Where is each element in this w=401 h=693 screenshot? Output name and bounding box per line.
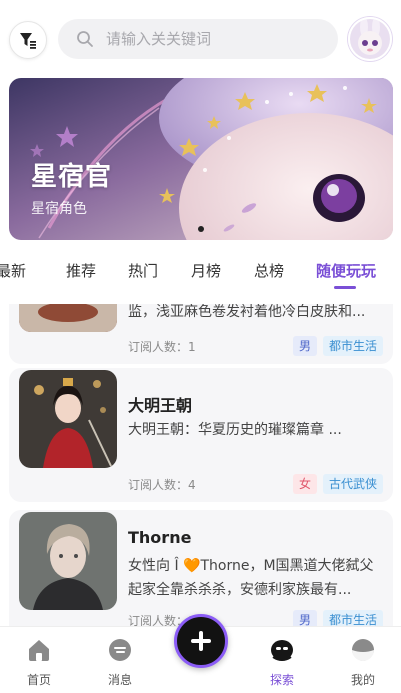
category-tabs: 最新 推荐 热门 月榜 总榜 随便玩玩 <box>0 250 401 294</box>
genre-tag[interactable]: 都市生活 <box>322 610 383 626</box>
gender-tag[interactable]: 女 <box>292 474 317 494</box>
explore-icon <box>271 640 293 661</box>
banner-subtitle: 星宿角色 <box>31 201 87 217</box>
create-button[interactable] <box>174 614 228 668</box>
gender-tag[interactable]: 男 <box>292 610 317 626</box>
character-name: 大明王朝 <box>128 396 193 415</box>
tag-group: 男 都市生活 <box>292 336 383 356</box>
tag-group: 女 古代武侠 <box>292 474 383 494</box>
tab-random[interactable]: 随便玩玩 <box>316 260 376 281</box>
nav-home-label: 首页 <box>26 673 51 687</box>
character-name: Thorne <box>128 528 192 547</box>
user-avatar[interactable] <box>348 17 392 61</box>
subscriber-count: 订阅人数：1 <box>128 340 196 354</box>
search-input[interactable] <box>106 30 306 48</box>
character-cover <box>19 304 117 332</box>
nav-explore-label: 探索 <box>269 673 294 687</box>
nav-explore[interactable]: 探索 <box>252 637 312 688</box>
nav-home[interactable]: 首页 <box>9 637 69 688</box>
character-description: 监，浅亚麻色卷发衬着他冷白皮肤和... <box>128 304 366 320</box>
tab-recommended[interactable]: 推荐 <box>66 260 96 281</box>
character-cover <box>19 370 117 468</box>
nav-messages-label: 消息 <box>107 673 132 687</box>
subscriber-count: 订阅人数：4 <box>128 478 196 492</box>
character-list[interactable]: 监，浅亚麻色卷发衬着他冷白皮肤和... 订阅人数：1 男 都市生活 大明王朝 大… <box>0 304 401 626</box>
genre-tag[interactable]: 古代武侠 <box>322 474 383 494</box>
top-bar <box>0 0 401 78</box>
tag-group: 男 都市生活 <box>292 610 383 626</box>
tab-popular[interactable]: 热门 <box>128 260 158 281</box>
featured-banner[interactable]: 星宿官 星宿角色 <box>9 78 393 240</box>
tab-overall[interactable]: 总榜 <box>254 260 284 281</box>
gender-tag[interactable]: 男 <box>292 336 317 356</box>
nav-mine-label: 我的 <box>350 673 375 687</box>
banner-title: 星宿官 <box>31 162 113 192</box>
genre-tag[interactable]: 都市生活 <box>322 336 383 356</box>
search-icon <box>77 31 93 47</box>
tab-latest[interactable]: 最新 <box>0 260 26 281</box>
character-card[interactable]: 大明王朝 大明王朝：华夏历史的璀璨篇章 ... 订阅人数：4 女 古代武侠 <box>9 368 393 502</box>
home-icon <box>29 640 49 661</box>
filter-button[interactable] <box>9 21 47 59</box>
character-card[interactable]: Thorne 女性向 Î 🧡Thorne，M国黑道大佬弑父起家全靠杀杀杀，安德利… <box>9 510 393 626</box>
nav-mine[interactable]: 我的 <box>333 637 393 688</box>
character-description: 大明王朝：华夏历史的璀璨篇章 ... <box>128 422 342 438</box>
character-description: 女性向 Î 🧡Thorne，M国黑道大佬弑父起家全靠杀杀杀，安德利家族最有... <box>128 558 374 598</box>
message-icon <box>109 639 131 661</box>
nav-messages[interactable]: 消息 <box>90 637 150 688</box>
carousel-indicator[interactable] <box>198 226 204 232</box>
tab-monthly[interactable]: 月榜 <box>191 260 221 281</box>
filter-icon <box>20 33 36 49</box>
plus-icon <box>191 631 211 651</box>
profile-icon <box>352 639 374 661</box>
search-bar[interactable] <box>58 19 338 59</box>
character-card[interactable]: 监，浅亚麻色卷发衬着他冷白皮肤和... 订阅人数：1 男 都市生活 <box>9 304 393 364</box>
character-cover <box>19 512 117 610</box>
active-tab-indicator <box>334 286 356 289</box>
